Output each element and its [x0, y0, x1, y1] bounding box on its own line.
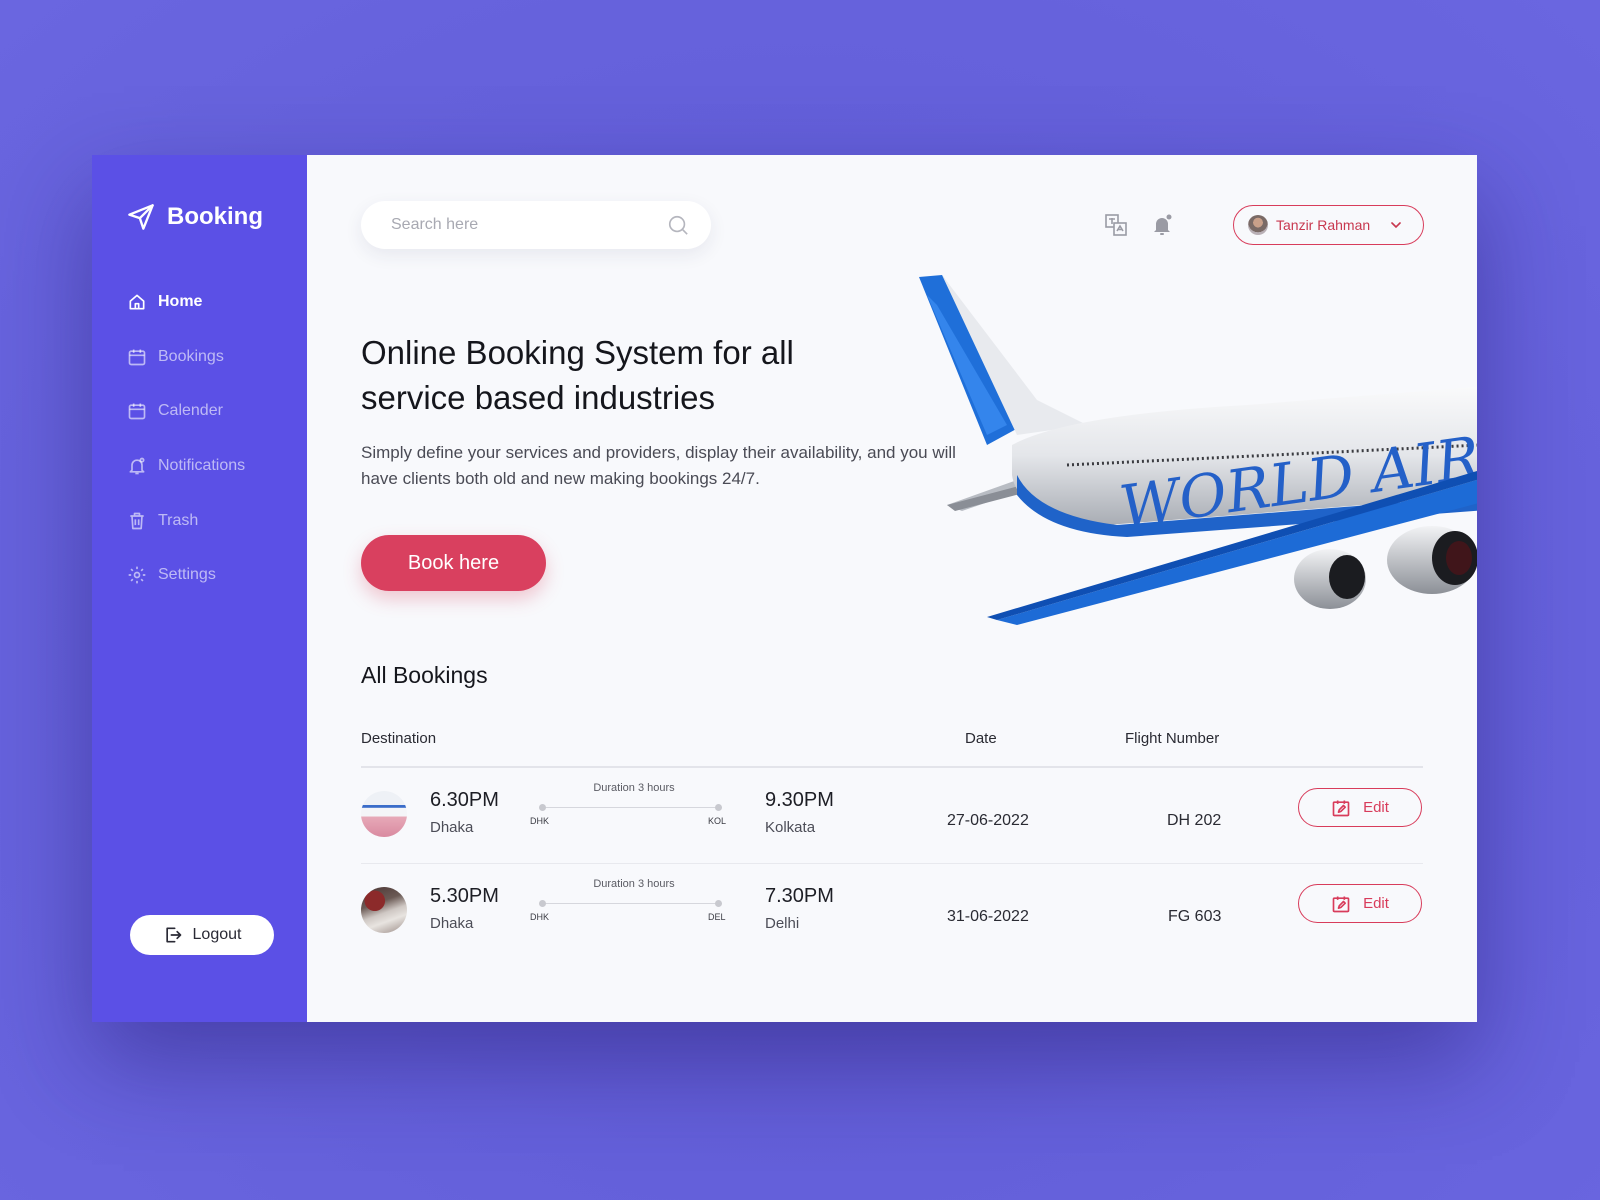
gear-icon [128, 567, 146, 584]
column-header-flight-number: Flight Number [1125, 730, 1220, 747]
edit-button[interactable]: Edit [1298, 884, 1422, 923]
sidebar: Booking Home Bookings Calender Notificat… [92, 155, 307, 1022]
translate-icon[interactable] [1102, 211, 1130, 239]
flight-number: FG 603 [1168, 908, 1222, 925]
section-title: All Bookings [361, 662, 488, 688]
route-line [542, 903, 722, 904]
search-bar [361, 201, 711, 249]
sidebar-item-notifications[interactable]: Notifications [127, 454, 245, 478]
route-line [542, 807, 722, 808]
depart-time: 5.30PM [430, 885, 499, 907]
to-city: Delhi [765, 915, 800, 932]
table-row[interactable]: 6.30PM Dhaka Duration 3 hours DHK KOL 9.… [361, 768, 1423, 864]
duration-label: Duration 3 hours [593, 782, 675, 794]
flight-duration-track: Duration 3 hours DHK DEL [530, 878, 734, 928]
booking-date: 31-06-2022 [947, 908, 1029, 925]
destination-code: KOL [708, 816, 727, 826]
bell-icon [129, 457, 145, 475]
search-icon[interactable] [667, 214, 689, 236]
sidebar-item-label: Trash [158, 511, 199, 529]
chevron-down-icon [1391, 222, 1401, 229]
edit-label: Edit [1363, 799, 1389, 816]
flight-duration-track: Duration 3 hours DHK KOL [530, 782, 734, 832]
origin-dot [539, 900, 546, 907]
paper-plane-icon [128, 204, 154, 230]
sidebar-item-label: Home [158, 293, 203, 310]
brand-name: Booking [167, 203, 263, 230]
edit-calendar-icon [1332, 896, 1350, 912]
from-city: Dhaka [430, 915, 474, 932]
book-here-button[interactable]: Book here [361, 535, 546, 591]
sidebar-item-settings[interactable]: Settings [127, 563, 245, 587]
sidebar-item-label: Bookings [158, 347, 224, 365]
main-content: Tanzir Rahman [307, 155, 1477, 1022]
flight-number: DH 202 [1167, 812, 1222, 829]
depart-time: 6.30PM [430, 789, 499, 811]
notification-bell-icon[interactable] [1148, 211, 1176, 239]
edit-calendar-icon [1332, 800, 1350, 816]
sidebar-item-home[interactable]: Home [127, 290, 245, 314]
destination-code: DEL [708, 912, 726, 922]
table-row[interactable]: 5.30PM Dhaka Duration 3 hours DHK DEL 7.… [361, 864, 1423, 960]
destination-thumbnail [361, 791, 407, 837]
destination-dot [715, 900, 722, 907]
sidebar-item-bookings[interactable]: Bookings [127, 345, 245, 369]
logout-icon [165, 927, 181, 943]
origin-dot [539, 804, 546, 811]
user-name: Tanzir Rahman [1276, 217, 1371, 233]
sidebar-item-label: Settings [158, 566, 216, 584]
brand[interactable]: Booking [127, 203, 263, 231]
home-icon [129, 294, 145, 310]
from-city: Dhaka [430, 819, 474, 836]
to-city: Kolkata [765, 819, 816, 836]
hero-title: Online Booking System for all service ba… [361, 334, 794, 416]
sidebar-nav: Home Bookings Calender Notifications Tra… [127, 290, 245, 618]
column-header-destination: Destination [361, 730, 437, 747]
sidebar-item-trash[interactable]: Trash [127, 509, 245, 533]
app-window: Booking Home Bookings Calender Notificat… [92, 155, 1477, 1022]
arrive-time: 9.30PM [765, 789, 834, 811]
origin-code: DHK [530, 816, 550, 826]
edit-label: Edit [1363, 895, 1389, 912]
sidebar-item-label: Calender [158, 402, 223, 420]
origin-code: DHK [530, 912, 550, 922]
booking-date: 27-06-2022 [947, 812, 1029, 829]
destination-dot [715, 804, 722, 811]
sidebar-item-calender[interactable]: Calender [127, 399, 245, 423]
arrive-time: 7.30PM [765, 885, 834, 907]
trash-icon [130, 512, 144, 530]
duration-label: Duration 3 hours [593, 878, 675, 890]
avatar [1248, 215, 1268, 235]
edit-button[interactable]: Edit [1298, 788, 1422, 827]
search-input[interactable] [391, 216, 667, 234]
hero-description: Simply define your services and provider… [361, 443, 956, 488]
calendar-icon [128, 403, 146, 420]
user-menu[interactable]: Tanzir Rahman [1233, 205, 1424, 245]
column-header-date: Date [965, 730, 997, 747]
logout-label: Logout [192, 926, 242, 943]
sidebar-item-label: Notifications [158, 457, 246, 475]
destination-thumbnail [361, 887, 407, 933]
calendar-icon [128, 349, 146, 366]
logout-button[interactable]: Logout [130, 915, 274, 955]
